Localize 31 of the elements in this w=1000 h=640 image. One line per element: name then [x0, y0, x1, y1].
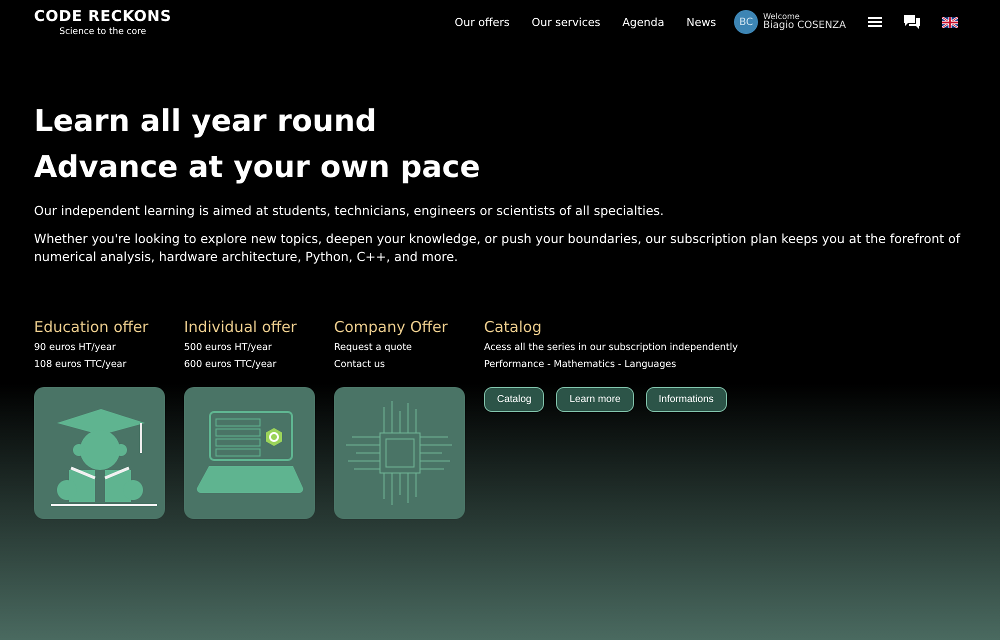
hero-paragraph: Whether you're looking to explore new topics, deepen your knowledge, or push your boundaries, our subscription plan keeps you at the forefront of numerical analysis, hardware architecture, Python, C++, and more. — [34, 230, 962, 266]
offer-detail: 108 euros TTC/year — [34, 358, 128, 372]
offer-card[interactable] — [34, 387, 165, 519]
hero-title: Advance at your own pace — [34, 150, 482, 186]
catalog-button[interactable]: Learn more — [556, 387, 634, 412]
catalog-detail: Performance - Mathematics - Languages — [484, 358, 678, 372]
catalog-title: Catalog — [484, 318, 543, 336]
welcome-label: Welcome — [763, 12, 800, 21]
nav-link[interactable]: Our services — [532, 16, 600, 28]
user-name: Biagio COSENZA — [763, 20, 846, 32]
catalog-button[interactable]: Informations — [646, 387, 727, 412]
offer-title: Company Offer — [334, 318, 449, 336]
tagline: Science to the core — [59, 27, 146, 37]
nav-link[interactable]: News — [686, 16, 716, 28]
catalog-button[interactable]: Catalog — [484, 387, 544, 412]
catalog-detail: Acess all the series in our subscription independently — [484, 341, 739, 355]
chat-icon[interactable] — [904, 15, 920, 29]
nav-link[interactable]: Agenda — [622, 16, 664, 28]
offer-title: Education offer — [34, 318, 150, 336]
hero-title: Learn all year round — [34, 104, 378, 140]
offer-detail: 500 euros HT/year — [184, 341, 273, 355]
offer-detail: 90 euros HT/year — [34, 341, 117, 355]
offer-detail: Request a quote — [334, 341, 413, 355]
offer-title: Individual offer — [184, 318, 298, 336]
nav-link[interactable]: Our offers — [454, 16, 510, 28]
flag-icon[interactable] — [942, 16, 958, 28]
menu-icon[interactable] — [868, 16, 882, 28]
hero-paragraph: Our independent learning is aimed at students, technicians, engineers or scientists of all specialties. — [34, 202, 665, 220]
offer-detail: Contact us — [334, 358, 386, 372]
logo[interactable]: CODE RECKONS — [34, 7, 172, 25]
offer-detail: 600 euros TTC/year — [184, 358, 278, 372]
